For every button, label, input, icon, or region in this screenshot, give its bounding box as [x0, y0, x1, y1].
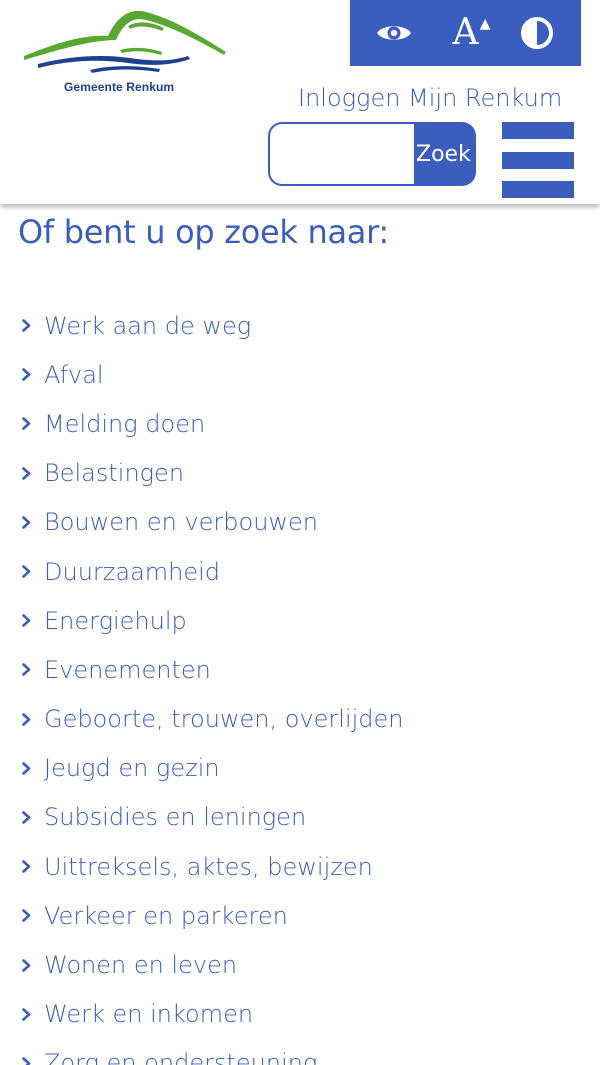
topic-link[interactable]: Duurzaamheid: [44, 558, 220, 586]
chevron-right-icon: [22, 417, 40, 431]
chevron-right-icon: [22, 761, 40, 775]
search-input[interactable]: [268, 122, 414, 186]
list-item[interactable]: Energiehulp: [0, 596, 600, 645]
login-mijn-renkum-link[interactable]: Inloggen Mijn Renkum: [298, 84, 562, 112]
topic-link[interactable]: Zorg en ondersteuning: [44, 1049, 317, 1065]
topic-link[interactable]: Jeugd en gezin: [44, 754, 220, 782]
topic-link[interactable]: Subsidies en leningen: [44, 803, 306, 831]
chevron-right-icon: [22, 1057, 40, 1065]
list-item[interactable]: Bouwen en verbouwen: [0, 498, 600, 547]
topic-list: Werk aan de weg Afval Melding doen Belastin…: [0, 301, 600, 1065]
topic-link[interactable]: Bouwen en verbouwen: [44, 508, 318, 536]
topic-link[interactable]: Werk en inkomen: [44, 1000, 253, 1028]
logo-text: Gemeente Renkum: [64, 80, 175, 94]
municipality-logo[interactable]: Gemeente Renkum: [20, 6, 230, 96]
page: Gemeente Renkum A ▲ Inloggen Mijn Renkum…: [0, 0, 600, 1065]
menu-bar: [502, 152, 574, 169]
list-item[interactable]: Zorg en ondersteuning: [0, 1039, 600, 1065]
contrast-button[interactable]: [511, 7, 563, 59]
eye-icon: [376, 26, 411, 40]
page-title: Of bent u op zoek naar:: [18, 213, 389, 251]
topic-link[interactable]: Verkeer en parkeren: [44, 902, 288, 930]
contrast-icon: [521, 17, 554, 49]
list-item[interactable]: Subsidies en leningen: [0, 793, 600, 842]
list-item[interactable]: Afval: [0, 350, 600, 399]
hamburger-menu-icon[interactable]: [502, 122, 574, 198]
list-item[interactable]: Melding doen: [0, 399, 600, 448]
list-item[interactable]: Duurzaamheid: [0, 547, 600, 596]
chevron-right-icon: [22, 860, 40, 873]
chevron-right-icon: [22, 663, 40, 677]
menu-bar: [502, 181, 574, 198]
chevron-right-icon: [22, 516, 40, 529]
font-size-button[interactable]: A ▲: [439, 7, 491, 59]
search-form: Zoek: [268, 122, 476, 186]
chevron-right-icon: [22, 565, 40, 578]
list-item[interactable]: Evenementen: [0, 645, 600, 694]
topic-link[interactable]: Belastingen: [44, 459, 184, 487]
chevron-right-icon: [22, 712, 40, 726]
logo-emblem: [24, 10, 226, 73]
accessibility-toolbar: A ▲: [350, 0, 581, 66]
topic-link[interactable]: Melding doen: [44, 410, 205, 438]
chevron-right-icon: [22, 811, 40, 824]
chevron-right-icon: [22, 958, 40, 972]
topic-link[interactable]: Energiehulp: [44, 607, 187, 635]
list-item[interactable]: Geboorte, trouwen, overlijden: [0, 695, 600, 744]
list-item[interactable]: Jeugd en gezin: [0, 744, 600, 793]
read-aloud-button[interactable]: [368, 7, 420, 59]
topic-link[interactable]: Geboorte, trouwen, overlijden: [44, 705, 404, 733]
chevron-right-icon: [22, 466, 40, 480]
font-size-increase-icon: A ▲: [452, 12, 491, 53]
topic-link[interactable]: Evenementen: [44, 656, 211, 684]
list-item[interactable]: Wonen en leven: [0, 940, 600, 989]
list-item[interactable]: Verkeer en parkeren: [0, 891, 600, 940]
site-header: Gemeente Renkum A ▲ Inloggen Mijn Renkum…: [0, 0, 600, 204]
chevron-right-icon: [22, 909, 40, 923]
list-item[interactable]: Uittreksels, aktes, bewijzen: [0, 842, 600, 891]
topic-link[interactable]: Uittreksels, aktes, bewijzen: [44, 853, 373, 881]
list-item[interactable]: Werk aan de weg: [0, 301, 600, 350]
topic-link[interactable]: Afval: [44, 361, 104, 389]
list-item[interactable]: Werk en inkomen: [0, 990, 600, 1039]
chevron-right-icon: [22, 368, 40, 382]
chevron-right-icon: [22, 1007, 40, 1021]
topic-link[interactable]: Wonen en leven: [44, 951, 237, 979]
list-item[interactable]: Belastingen: [0, 449, 600, 498]
chevron-right-icon: [22, 614, 40, 628]
menu-bar: [502, 122, 574, 139]
chevron-right-icon: [22, 319, 40, 332]
topic-link[interactable]: Werk aan de weg: [44, 312, 251, 340]
search-button[interactable]: Zoek: [414, 122, 476, 186]
